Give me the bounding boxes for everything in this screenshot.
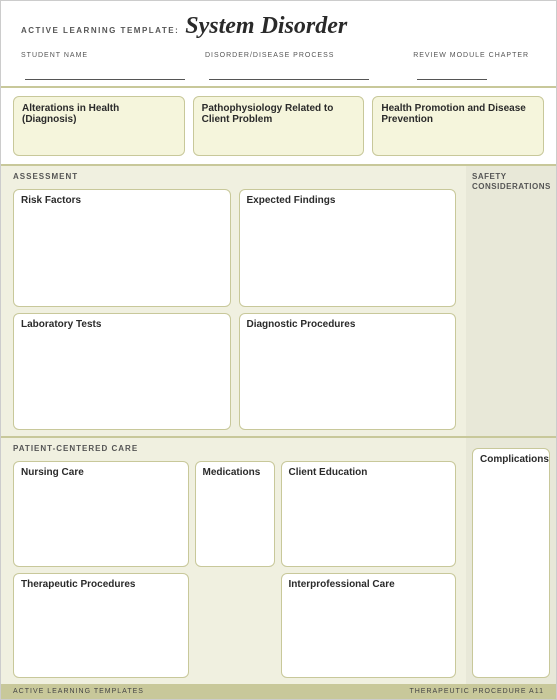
health-promotion-box: Health Promotion and Disease Prevention	[372, 96, 544, 156]
header: Active Learning Template: System Disorde…	[1, 1, 556, 88]
risk-factors-label: Risk Factors	[21, 195, 81, 206]
pcc-section: Patient-Centered Care Nursing Care Medic…	[1, 438, 556, 684]
lab-tests-label: Laboratory Tests	[21, 319, 101, 330]
safety-label: Safety Considerations	[472, 172, 550, 191]
interprofessional-care-label: Interprofessional Care	[289, 579, 395, 590]
student-name-field: Student Name	[21, 44, 185, 80]
nursing-care-box: Nursing Care	[13, 461, 189, 566]
pcc-spacer	[195, 573, 275, 678]
assessment-row-2: Laboratory Tests Diagnostic Procedures	[13, 313, 456, 431]
disorder-line[interactable]	[209, 79, 369, 80]
risk-factors-box: Risk Factors	[13, 189, 231, 307]
pcc-row-1: Nursing Care Medications Client Educatio…	[13, 461, 456, 566]
health-promotion-label: Health Promotion and Disease Prevention	[381, 103, 525, 125]
review-label: Review Module Chapter	[413, 52, 529, 59]
disorder-field: Disorder/Disease Process	[205, 44, 393, 80]
header-prefix: Active Learning Template:	[21, 26, 179, 35]
expected-findings-label: Expected Findings	[247, 195, 336, 206]
complications-box: Complications	[472, 448, 550, 678]
lab-tests-box: Laboratory Tests	[13, 313, 231, 431]
header-title: System Disorder	[185, 13, 347, 40]
complications-label: Complications	[480, 454, 549, 465]
pathophysiology-box: Pathophysiology Related to Client Proble…	[193, 96, 365, 156]
student-name-line[interactable]	[25, 79, 185, 80]
diagnostic-procedures-box: Diagnostic Procedures	[239, 313, 457, 431]
client-education-box: Client Education	[281, 461, 457, 566]
therapeutic-procedures-label: Therapeutic Procedures	[21, 579, 135, 590]
therapeutic-procedures-box: Therapeutic Procedures	[13, 573, 189, 678]
footer-right: Therapeutic Procedure A11	[409, 688, 544, 695]
assessment-section: Assessment Risk Factors Expected Finding…	[1, 166, 556, 436]
review-field: Review Module Chapter	[413, 44, 536, 80]
expected-findings-box: Expected Findings	[239, 189, 457, 307]
pathophysiology-label: Pathophysiology Related to Client Proble…	[202, 103, 334, 125]
pcc-label: Patient-Centered Care	[13, 444, 456, 453]
pcc-row-2: Therapeutic Procedures Interprofessional…	[13, 573, 456, 678]
pcc-main: Patient-Centered Care Nursing Care Medic…	[1, 438, 466, 684]
complications-column: Complications	[466, 438, 556, 684]
client-education-label: Client Education	[289, 467, 368, 478]
medications-box: Medications	[195, 461, 275, 566]
interprofessional-care-box: Interprofessional Care	[281, 573, 457, 678]
alterations-box: Alterations in Health (Diagnosis)	[13, 96, 185, 156]
assessment-main: Assessment Risk Factors Expected Finding…	[1, 166, 466, 436]
disorder-label: Disorder/Disease Process	[205, 52, 334, 59]
assessment-label: Assessment	[13, 172, 456, 181]
review-line[interactable]	[417, 79, 487, 80]
top-section: Alterations in Health (Diagnosis) Pathop…	[1, 88, 556, 164]
nursing-care-label: Nursing Care	[21, 467, 84, 478]
diagnostic-procedures-label: Diagnostic Procedures	[247, 319, 356, 330]
student-label: Student Name	[21, 52, 88, 59]
footer-left: Active Learning Templates	[13, 688, 144, 695]
page: Active Learning Template: System Disorde…	[0, 0, 557, 700]
footer: Active Learning Templates Therapeutic Pr…	[1, 684, 556, 699]
safety-column: Safety Considerations	[466, 166, 556, 436]
medications-label: Medications	[203, 467, 261, 478]
alterations-label: Alterations in Health (Diagnosis)	[22, 103, 119, 125]
assessment-row-1: Risk Factors Expected Findings	[13, 189, 456, 307]
